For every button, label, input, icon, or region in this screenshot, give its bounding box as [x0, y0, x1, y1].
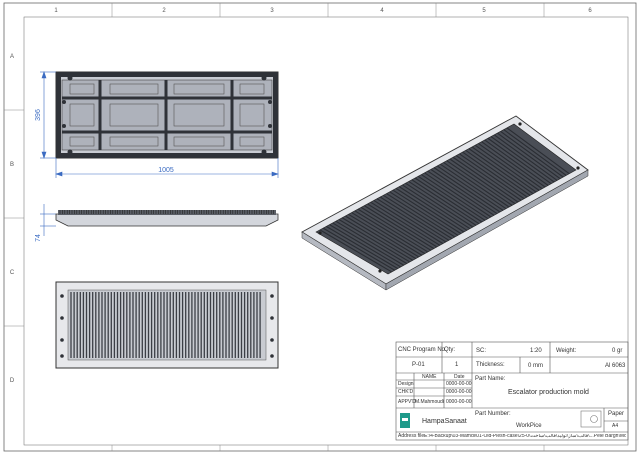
col-label-2: 2: [162, 8, 166, 14]
design-date: 0000-00-00: [446, 381, 472, 387]
company-logo: [400, 413, 410, 428]
paper-label: Paper: [608, 411, 625, 417]
part-name-label: Part Name:: [475, 376, 506, 382]
row-label-A: A: [10, 54, 14, 60]
date-header: Date: [454, 374, 465, 380]
height-dimension-label: 396: [35, 109, 42, 121]
drawing-sheet: 1 2 3 4 5 6 A B C D 1005 396 74 CNC Prog…: [0, 0, 640, 457]
approved-role: APPV'D: [398, 399, 416, 405]
design-role: Design: [398, 381, 414, 387]
isometric-view: [301, 115, 589, 291]
approved-date: 0000-00-00: [446, 399, 472, 405]
address-label: Address file:: [398, 433, 426, 439]
weight-value: 0 gr: [612, 348, 623, 354]
qty-value: 1: [455, 362, 459, 368]
checked-date: 0000-00-00: [446, 389, 472, 395]
col-label-5: 5: [482, 8, 486, 14]
part-number-value: WorkPice: [516, 423, 542, 429]
thickness-label: Thickness:: [476, 362, 505, 368]
paper-value: A4: [612, 423, 619, 429]
cnc-program-label: CNC Program No.: [398, 347, 447, 353]
approved-name: M.Mahmoudi: [415, 399, 444, 405]
company-name: HampaSanaat: [422, 418, 467, 425]
weight-label: Weight:: [556, 348, 577, 354]
col-label-6: 6: [588, 8, 592, 14]
address-value: E:\4-Backup\03-Mamdi\01-Old-Plesh-case\2…: [424, 434, 626, 439]
bottom-view: [55, 281, 279, 369]
qty-label: Qty:: [444, 347, 456, 353]
row-label-C: C: [10, 270, 15, 276]
material-value: Al 6063: [605, 363, 626, 369]
sc-value: 1:20: [530, 348, 542, 354]
thickness-dimension-label: 74: [35, 234, 42, 242]
part-name-value: Escalator production mold: [508, 389, 589, 396]
row-label-B: B: [10, 162, 14, 168]
width-dimension-label: 1005: [158, 167, 174, 174]
thickness-value: 0 mm: [528, 363, 543, 369]
name-header: NAME: [422, 374, 437, 380]
row-label-D: D: [10, 378, 15, 384]
col-label-1: 1: [54, 8, 58, 14]
col-label-4: 4: [380, 8, 384, 14]
sc-label: SC:: [476, 348, 487, 354]
col-label-3: 3: [270, 8, 274, 14]
part-number-label: Part Number:: [475, 411, 511, 417]
cnc-program-value: P-01: [412, 362, 425, 368]
top-view: [55, 71, 279, 159]
checked-role: CHK'D: [398, 389, 414, 395]
side-view: [55, 210, 279, 227]
